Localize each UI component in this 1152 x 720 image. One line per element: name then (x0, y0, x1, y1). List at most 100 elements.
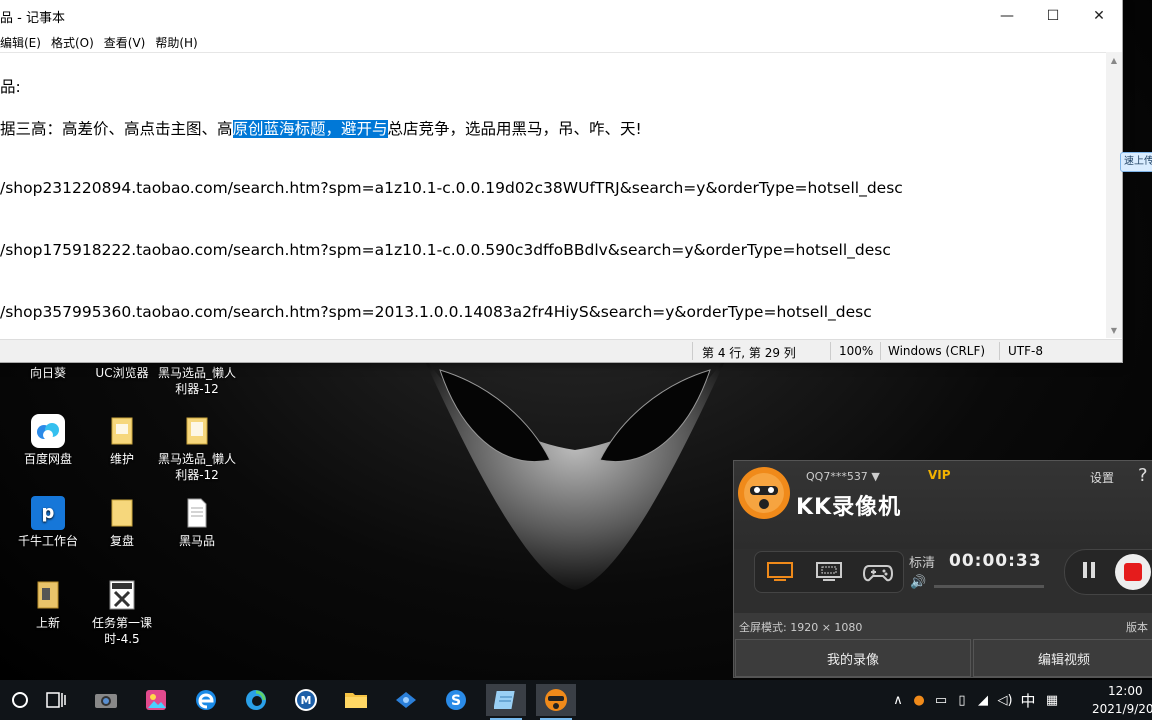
icon-label: 千牛工作台 (17, 534, 78, 548)
search-circle-icon[interactable] (0, 684, 40, 716)
pause-button[interactable] (1080, 562, 1098, 582)
menu-format[interactable]: 格式(O) (51, 34, 94, 51)
task-view-icon[interactable] (36, 684, 76, 716)
kk-recorder-taskbar-icon[interactable] (536, 684, 576, 720)
notepad-titlebar[interactable]: 品 - 记事本 — ☐ ✕ (0, 0, 1122, 32)
icon-label: UC浏览器 (95, 366, 149, 380)
zoom-level: 100% (839, 344, 874, 358)
text-file-icon (180, 496, 214, 530)
photo-app-icon[interactable] (136, 684, 176, 716)
volume-icon[interactable]: 🔊 (910, 575, 926, 590)
help-icon[interactable]: ? (1138, 465, 1148, 486)
kk-username[interactable]: QQ7***537 ▼ (806, 470, 880, 483)
battery-icon[interactable]: ▭ (930, 693, 952, 708)
kk-controls: 标清 🔊 00:00:33 (734, 549, 1152, 613)
version-link[interactable]: 版本 (1126, 619, 1148, 635)
qianniu-icon: p (31, 496, 65, 530)
desktop-icon-weihu[interactable]: 维护 (82, 414, 162, 467)
system-tray: ∧ ● ▭ ▯ ◢ ◁) 中 ▦ (888, 680, 1064, 720)
usb-icon[interactable]: ▯ (952, 693, 972, 708)
volume-tray-icon[interactable]: ◁) (994, 693, 1016, 708)
fullscreen-mode-icon[interactable] (764, 559, 796, 585)
scroll-up-icon[interactable]: ▲ (1106, 52, 1122, 68)
menu-edit[interactable]: 编辑(E) (0, 34, 41, 51)
desktop-icon-heimapin[interactable]: 黑马品 (157, 496, 237, 549)
vertical-scrollbar[interactable]: ▲ ▼ (1106, 52, 1122, 338)
ime-indicator[interactable]: 中 (1016, 690, 1040, 711)
notepad-window: 品 - 记事本 — ☐ ✕ 编辑(E) 格式(O) 查看(V) 帮助(H) 品:… (0, 0, 1123, 363)
kk-recorder-window: QQ7***537 ▼ VIP 设置 ? KK录像机 标清 🔊 00:00:33… (733, 460, 1152, 678)
network-icon[interactable]: ◢ (972, 693, 994, 708)
vip-badge[interactable]: VIP (928, 468, 951, 482)
my-recordings-button[interactable]: 我的录像 (735, 639, 971, 677)
chevron-up-icon[interactable]: ∧ (888, 693, 908, 708)
chevron-down-icon[interactable]: ▼ (871, 470, 879, 483)
maximize-button[interactable]: ☐ (1030, 0, 1076, 32)
sogou-icon[interactable]: S (436, 684, 476, 716)
menu-bar: 编辑(E) 格式(O) 查看(V) 帮助(H) (0, 32, 1122, 52)
username-text: QQ7***537 (806, 470, 868, 483)
folder-icon (105, 414, 139, 448)
region-mode-icon[interactable] (813, 559, 845, 585)
menu-help[interactable]: 帮助(H) (155, 34, 197, 51)
menu-view[interactable]: 查看(V) (104, 34, 146, 51)
alien-head-graphic (420, 350, 730, 590)
kk-logo-icon (738, 467, 790, 519)
baidu-netdisk-icon (31, 414, 65, 448)
volume-slider[interactable] (934, 585, 1044, 588)
edit-video-button[interactable]: 编辑视频 (973, 639, 1152, 677)
clock-time: 12:00 (1108, 684, 1143, 698)
app-m-icon[interactable]: M (286, 684, 326, 716)
text-line: /shop231220894.taobao.com/search.htm?spm… (0, 179, 903, 197)
video-file-icon (105, 578, 139, 612)
status-bar: 第 4 行, 第 29 列 100% Windows (CRLF) UTF-8 (0, 339, 1122, 362)
text-line: 品: (0, 78, 21, 96)
app-blue-icon[interactable] (386, 684, 426, 716)
clock-date: 2021/9/20 (1092, 702, 1152, 716)
scroll-down-icon[interactable]: ▼ (1106, 322, 1122, 338)
folder-icon (105, 496, 139, 530)
icon-label: 任务第一课时-4.5 (91, 616, 152, 646)
desktop-icon-baidu-netdisk[interactable]: 百度网盘 (8, 414, 88, 467)
text-segment: 总店竞争，选品用黑马，吊、咋、天! (387, 120, 642, 138)
quality-selector[interactable]: 标清 (909, 552, 935, 571)
notepad-taskbar-icon[interactable] (486, 684, 526, 720)
text-line: 据三高：高差价、高点击主图、高原创蓝海标题，避开与总店竞争，选品用黑马，吊、咋、… (0, 117, 642, 139)
desktop-icon-heima-2[interactable]: 黑马选品_懒人利器-12 (157, 414, 237, 483)
icon-label: 上新 (35, 616, 60, 630)
settings-button[interactable]: 设置 (1090, 469, 1114, 486)
record-mode-group (754, 551, 904, 593)
minimize-button[interactable]: — (984, 0, 1030, 32)
icon-label: 百度网盘 (23, 452, 72, 466)
clock[interactable]: 12:00 2021/9/20 (1092, 682, 1152, 718)
ime-mode-icon[interactable]: ▦ (1040, 693, 1064, 708)
kk-header: QQ7***537 ▼ VIP 设置 ? KK录像机 (734, 461, 1152, 549)
desktop-icon-fupan[interactable]: 复盘 (82, 496, 162, 549)
game-mode-icon[interactable] (862, 559, 894, 585)
record-control-group (1064, 549, 1152, 595)
icon-label: 复盘 (109, 534, 134, 548)
new-edge-icon[interactable] (236, 684, 276, 716)
text-editor-area[interactable]: 品: 据三高：高差价、高点击主图、高原创蓝海标题，避开与总店竞争，选品用黑马，吊… (0, 52, 1106, 339)
kk-brand-title: KK录像机 (796, 495, 902, 520)
camera-app-icon[interactable] (86, 684, 126, 716)
tray-app-icon[interactable]: ● (908, 693, 930, 708)
desktop-icon-renwu[interactable]: 任务第一课时-4.5 (82, 578, 162, 647)
status-separator (999, 342, 1000, 360)
edge-browser-icon[interactable] (186, 684, 226, 716)
svg-text:M: M (301, 694, 312, 707)
fullscreen-mode-info: 全屏模式: 1920 × 1080 (739, 621, 863, 634)
stop-record-button[interactable] (1115, 554, 1151, 590)
icon-label: 维护 (109, 452, 134, 466)
file-explorer-icon[interactable] (336, 684, 376, 716)
close-button[interactable]: ✕ (1076, 0, 1122, 32)
desktop-icon-qianniu[interactable]: p 千牛工作台 (8, 496, 88, 549)
upload-pill[interactable]: 速上传 (1120, 152, 1152, 172)
desktop-icon-shangxin[interactable]: 上新 (8, 578, 88, 631)
icon-label: 黑马选品_懒人利器-12 (157, 366, 236, 396)
text-selection: 原创蓝海标题，避开与 (232, 120, 388, 138)
icon-label: 黑马选品_懒人利器-12 (157, 452, 236, 482)
text-line: /shop175918222.taobao.com/search.htm?spm… (0, 241, 891, 259)
folder-icon (31, 578, 65, 612)
cursor-position: 第 4 行, 第 29 列 (702, 346, 796, 360)
